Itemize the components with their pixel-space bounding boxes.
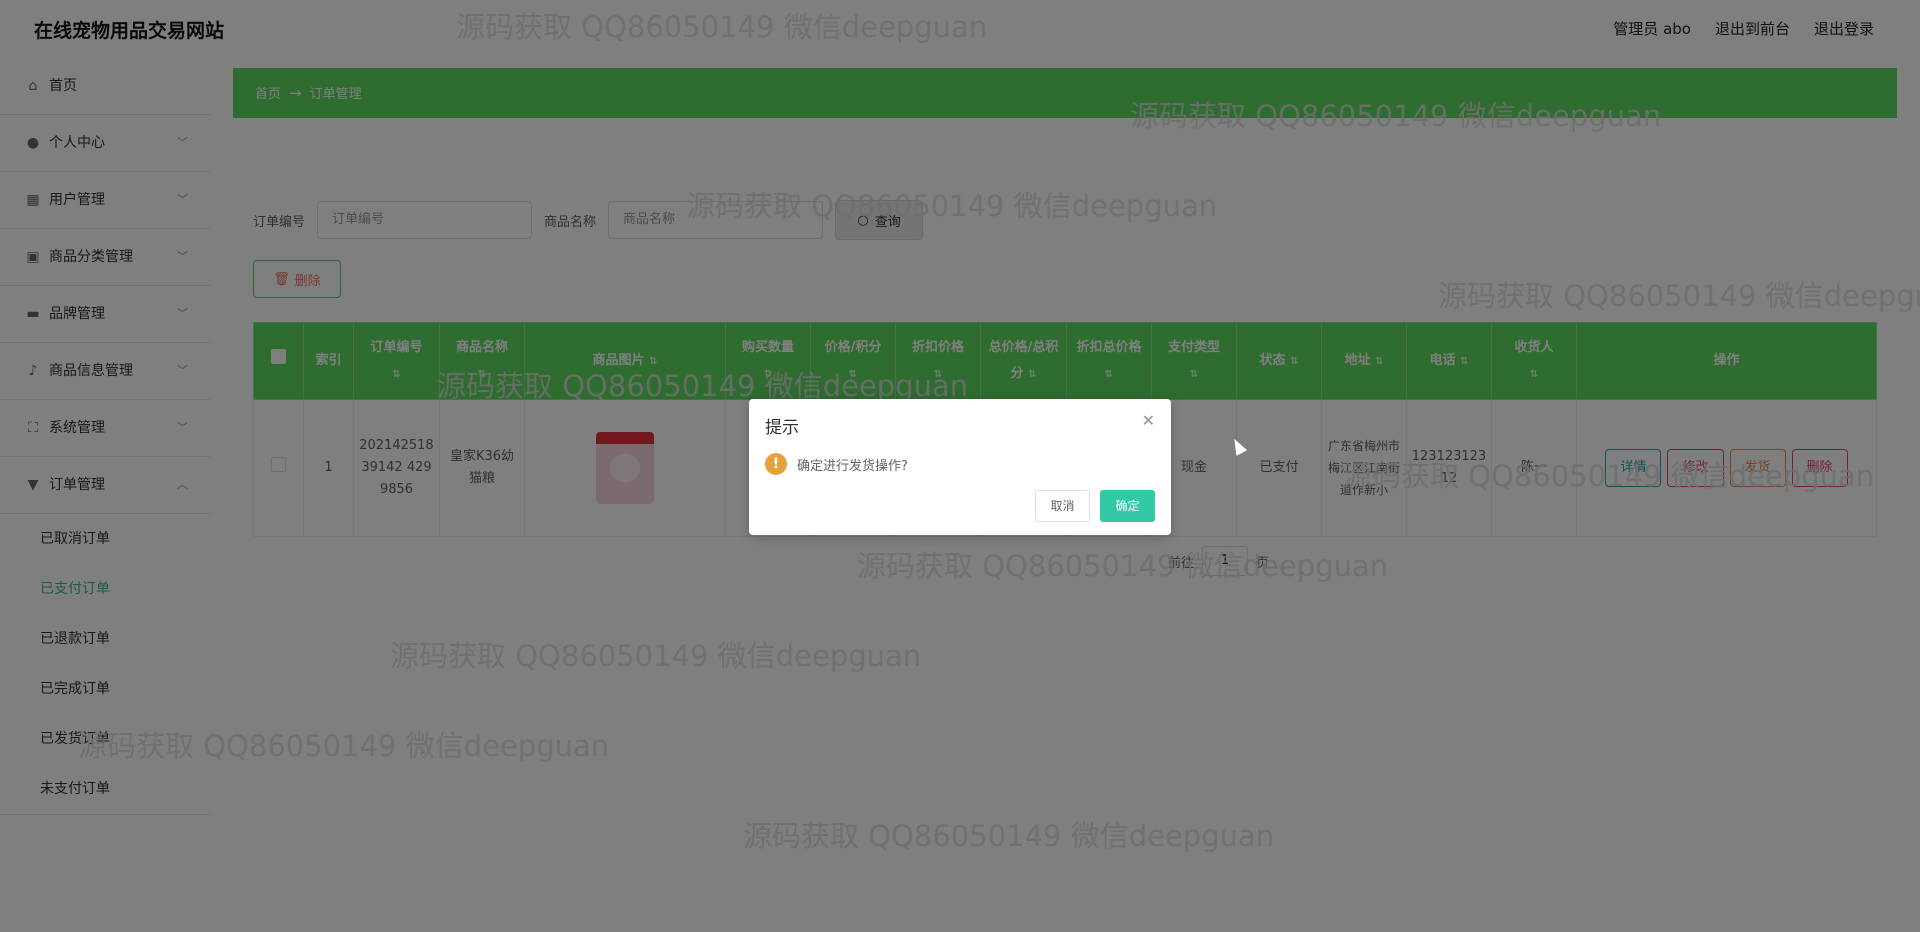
dialog-title: 提示	[765, 418, 799, 438]
dialog-message: 确定进行发货操作?	[797, 458, 908, 474]
cancel-button[interactable]: 取消	[1035, 490, 1090, 522]
confirm-dialog: 提示 ✕ ! 确定进行发货操作? 取消 确定	[749, 399, 1171, 535]
watermark: 源码获取 QQ86050149 微信deepguan	[857, 549, 1389, 583]
watermark: 源码获取 QQ86050149 微信deepguan	[390, 639, 922, 673]
watermark: 源码获取 QQ86050149 微信deepguan	[686, 189, 1218, 223]
watermark: 源码获取 QQ86050149 微信deepguan	[1343, 459, 1875, 493]
warning-icon: !	[765, 453, 787, 475]
dialog-buttons: 取消 确定	[1035, 490, 1155, 522]
dialog-message-row: ! 确定进行发货操作?	[765, 453, 908, 475]
watermark: 源码获取 QQ86050149 微信deepguan	[456, 10, 988, 44]
close-icon[interactable]: ✕	[1142, 411, 1155, 430]
watermark: 源码获取 QQ86050149 微信deepguan	[743, 819, 1275, 853]
confirm-button[interactable]: 确定	[1100, 490, 1155, 522]
watermark: 源码获取 QQ86050149 微信deepguan	[78, 729, 610, 763]
watermark: 源码获取 QQ86050149 微信deepguan	[1130, 99, 1662, 133]
watermark: 源码获取 QQ86050149 微信deepguan	[1438, 279, 1920, 313]
